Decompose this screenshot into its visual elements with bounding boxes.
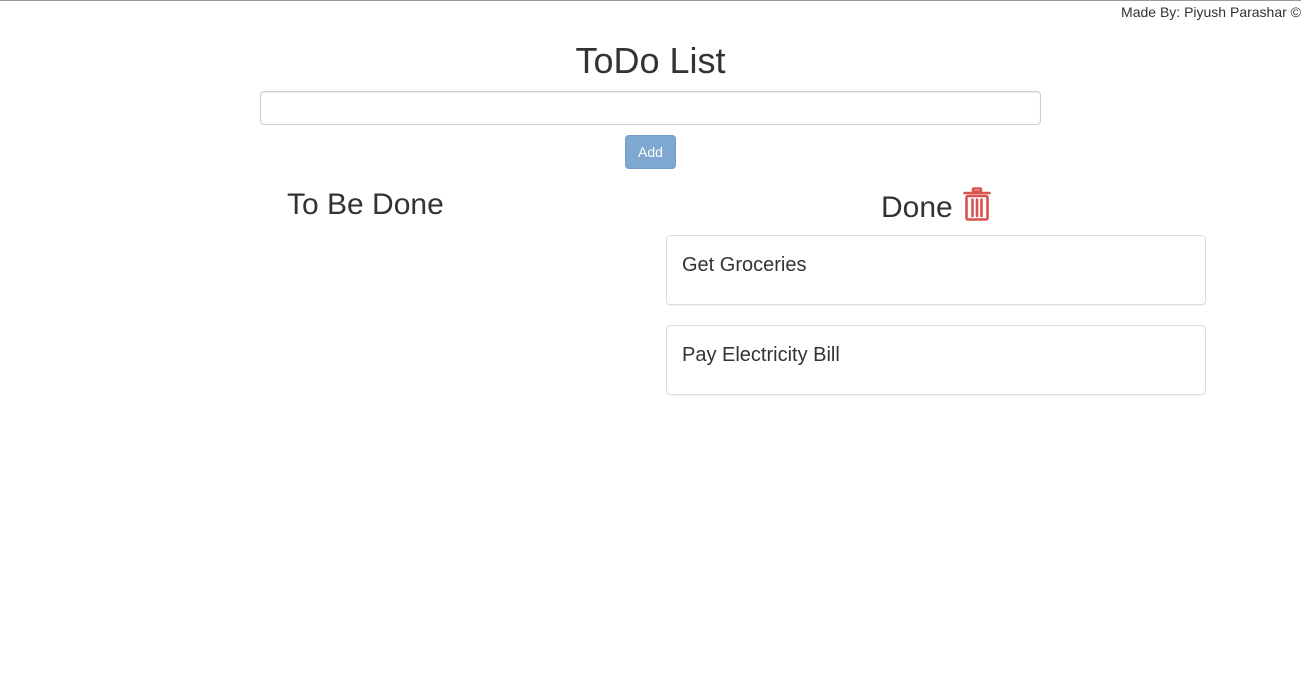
add-button[interactable]: Add	[625, 135, 676, 169]
done-item[interactable]: Pay Electricity Bill	[666, 325, 1206, 395]
done-list: Get Groceries Pay Electricity Bill	[666, 235, 1206, 415]
todo-app: Made By: Piyush Parashar © ToDo List Add…	[0, 0, 1301, 676]
done-heading: Done	[881, 191, 953, 224]
done-item[interactable]: Get Groceries	[666, 235, 1206, 305]
to-be-done-heading: To Be Done	[287, 188, 444, 221]
page-title: ToDo List	[575, 40, 726, 81]
todo-input[interactable]	[260, 91, 1041, 125]
trash-icon[interactable]	[963, 187, 991, 221]
author-credit: Made By: Piyush Parashar ©	[1121, 4, 1301, 20]
